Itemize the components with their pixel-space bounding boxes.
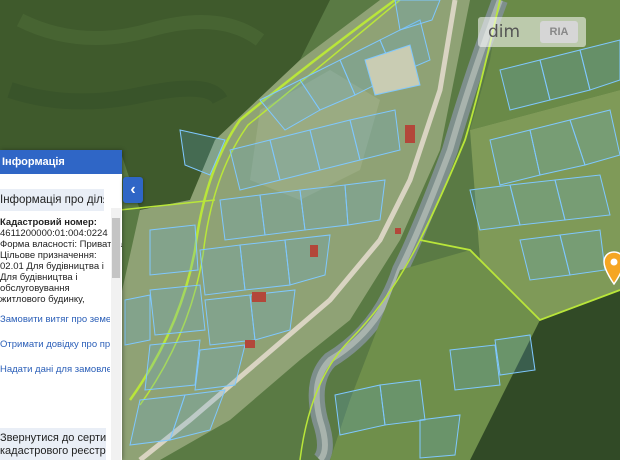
location-pin-icon[interactable] (603, 251, 620, 290)
section-title: Інформація про ділянку (0, 189, 104, 211)
engineer-contact-line1: Звернутися до сертифікованого інженера-з… (0, 432, 106, 444)
collapse-panel-button[interactable]: ‹ (123, 177, 143, 203)
cadastral-number-value: 4611200000:01:004:0224 (0, 228, 108, 239)
logo-text: dim (488, 22, 521, 42)
order-extract-link[interactable]: Замовити витяг про земельну ділянку (0, 314, 110, 325)
ownership-certificate-link[interactable]: Отримати довідку про право власності та (0, 339, 110, 350)
order-documentation-link[interactable]: Надати дані для замовлення документації … (0, 364, 110, 375)
scrollbar[interactable] (111, 208, 121, 460)
engineer-contact-line2: кадастрового реєстратора (0, 445, 106, 457)
cadastral-number-label: Кадастровий номер: (0, 217, 97, 228)
ownership-form: Форма власності: Приватна власність (0, 239, 122, 250)
purpose-description: Для будівництва і обслуговування житлово… (0, 272, 85, 305)
purpose: Цільове призначення: 02.01 Для будівницт… (0, 250, 104, 272)
parcel-details: Кадастровий номер: 4611200000:01:004:022… (0, 217, 122, 305)
dim-ria-logo: dim RIA (478, 17, 586, 47)
logo-badge: RIA (540, 21, 578, 43)
scrollbar-thumb[interactable] (112, 218, 120, 278)
engineer-contact-box[interactable]: Звернутися до сертифікованого інженера-з… (0, 428, 106, 460)
panel-header: Інформація (0, 150, 122, 174)
info-panel: Інформація Інформація про ділянку Кадаст… (0, 150, 122, 460)
